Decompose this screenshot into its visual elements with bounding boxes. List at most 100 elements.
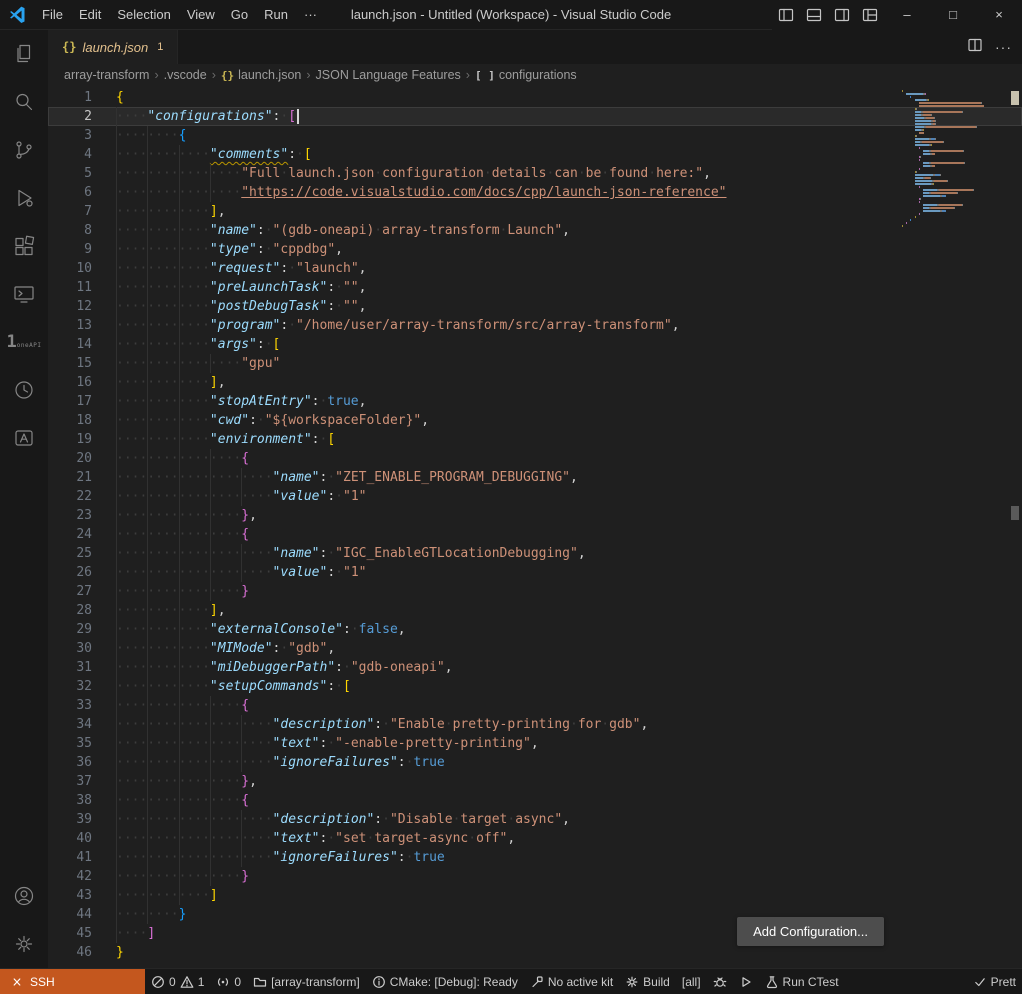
tab-modified-badge[interactable]: 1 bbox=[157, 41, 163, 53]
maximize-button[interactable]: □ bbox=[930, 0, 976, 30]
line-number[interactable]: 35 bbox=[48, 734, 92, 753]
activity-devcloud[interactable] bbox=[0, 366, 48, 414]
line-number[interactable]: 31 bbox=[48, 658, 92, 677]
overview-ruler[interactable] bbox=[1008, 86, 1022, 968]
code-line[interactable]: 42················} bbox=[48, 867, 1022, 886]
code-line[interactable]: 5················"Full·launch.json·confi… bbox=[48, 164, 1022, 183]
line-number[interactable]: 25 bbox=[48, 544, 92, 563]
code-line[interactable]: 9············"type":·"cppdbg", bbox=[48, 240, 1022, 259]
code-line[interactable]: 15················"gpu" bbox=[48, 354, 1022, 373]
code-line[interactable]: 33················{ bbox=[48, 696, 1022, 715]
code-line[interactable]: 11············"preLaunchTask":·"", bbox=[48, 278, 1022, 297]
line-number[interactable]: 43 bbox=[48, 886, 92, 905]
code-line[interactable]: 28············], bbox=[48, 601, 1022, 620]
ports-indicator[interactable]: 0 bbox=[210, 969, 247, 994]
cmake-status[interactable]: CMake: [Debug]: Ready bbox=[366, 969, 524, 994]
activity-remote-explorer[interactable] bbox=[0, 270, 48, 318]
line-number[interactable]: 40 bbox=[48, 829, 92, 848]
line-number[interactable]: 39 bbox=[48, 810, 92, 829]
line-number[interactable]: 45 bbox=[48, 924, 92, 943]
code-line[interactable]: 13············"program":·"/home/user/arr… bbox=[48, 316, 1022, 335]
line-number[interactable]: 7 bbox=[48, 202, 92, 221]
cmake-launch-button[interactable] bbox=[733, 969, 759, 994]
code-area[interactable]: 1{2····"configurations":·[3········{4···… bbox=[48, 88, 1022, 962]
remote-indicator[interactable]: SSH bbox=[0, 969, 145, 994]
problems-indicator[interactable]: 0 1 bbox=[145, 969, 210, 994]
line-number[interactable]: 10 bbox=[48, 259, 92, 278]
code-line[interactable]: 1{ bbox=[48, 88, 1022, 107]
toggle-primary-sidebar-icon[interactable] bbox=[772, 0, 800, 30]
code-line[interactable]: 18············"cwd":·"${workspaceFolder}… bbox=[48, 411, 1022, 430]
line-number[interactable]: 3 bbox=[48, 126, 92, 145]
line-number[interactable]: 4 bbox=[48, 145, 92, 164]
line-number[interactable]: 33 bbox=[48, 696, 92, 715]
minimize-button[interactable]: – bbox=[884, 0, 930, 30]
line-number[interactable]: 30 bbox=[48, 639, 92, 658]
line-number[interactable]: 41 bbox=[48, 848, 92, 867]
close-button[interactable]: × bbox=[976, 0, 1022, 30]
line-number[interactable]: 17 bbox=[48, 392, 92, 411]
code-line[interactable]: 12············"postDebugTask":·"", bbox=[48, 297, 1022, 316]
code-line[interactable]: 40····················"text":·"set·targe… bbox=[48, 829, 1022, 848]
code-line[interactable]: 38················{ bbox=[48, 791, 1022, 810]
menu-view[interactable]: View bbox=[179, 4, 223, 25]
line-number[interactable]: 1 bbox=[48, 88, 92, 107]
breadcrumb-vscode-folder[interactable]: .vscode bbox=[164, 68, 207, 82]
code-line[interactable]: 36····················"ignoreFailures":·… bbox=[48, 753, 1022, 772]
code-line[interactable]: 24················{ bbox=[48, 525, 1022, 544]
line-number[interactable]: 29 bbox=[48, 620, 92, 639]
code-line[interactable]: 3········{ bbox=[48, 126, 1022, 145]
line-number[interactable]: 20 bbox=[48, 449, 92, 468]
line-number[interactable]: 38 bbox=[48, 791, 92, 810]
line-number[interactable]: 5 bbox=[48, 164, 92, 183]
cmake-build-target[interactable]: [all] bbox=[676, 969, 707, 994]
tab-launch-json[interactable]: {} launch.json 1 bbox=[48, 30, 178, 64]
menu-go[interactable]: Go bbox=[223, 4, 256, 25]
breadcrumb-folder[interactable]: array-transform bbox=[64, 68, 149, 82]
activity-oneapi[interactable]: 1oneAPI bbox=[0, 318, 48, 366]
code-line[interactable]: 41····················"ignoreFailures":·… bbox=[48, 848, 1022, 867]
code-line[interactable]: 30············"MIMode":·"gdb", bbox=[48, 639, 1022, 658]
code-line[interactable]: 10············"request":·"launch", bbox=[48, 259, 1022, 278]
line-number[interactable]: 13 bbox=[48, 316, 92, 335]
code-line[interactable]: 14············"args":·[ bbox=[48, 335, 1022, 354]
line-number[interactable]: 44 bbox=[48, 905, 92, 924]
cmake-folder-selector[interactable]: [array-transform] bbox=[247, 969, 366, 994]
line-number[interactable]: 26 bbox=[48, 563, 92, 582]
activity-extensions[interactable] bbox=[0, 222, 48, 270]
toggle-secondary-sidebar-icon[interactable] bbox=[828, 0, 856, 30]
line-number[interactable]: 27 bbox=[48, 582, 92, 601]
code-line[interactable]: 4············"comments":·[ bbox=[48, 145, 1022, 164]
cmake-build-button[interactable]: Build bbox=[619, 969, 676, 994]
breadcrumb-file[interactable]: launch.json bbox=[238, 68, 301, 82]
line-number[interactable]: 36 bbox=[48, 753, 92, 772]
code-line[interactable]: 34····················"description":·"En… bbox=[48, 715, 1022, 734]
code-line[interactable]: 25····················"name":·"IGC_Enabl… bbox=[48, 544, 1022, 563]
minimap[interactable] bbox=[902, 90, 1008, 228]
menu-selection[interactable]: Selection bbox=[109, 4, 178, 25]
code-line[interactable]: 43············] bbox=[48, 886, 1022, 905]
line-number[interactable]: 34 bbox=[48, 715, 92, 734]
line-number[interactable]: 21 bbox=[48, 468, 92, 487]
code-line[interactable]: 27················} bbox=[48, 582, 1022, 601]
line-number[interactable]: 11 bbox=[48, 278, 92, 297]
line-number[interactable]: 19 bbox=[48, 430, 92, 449]
line-number[interactable]: 12 bbox=[48, 297, 92, 316]
activity-accounts[interactable] bbox=[0, 872, 48, 920]
line-number[interactable]: 15 bbox=[48, 354, 92, 373]
breadcrumb-symbol[interactable]: configurations bbox=[499, 68, 577, 82]
code-line[interactable]: 31············"miDebuggerPath":·"gdb-one… bbox=[48, 658, 1022, 677]
run-ctest-button[interactable]: Run CTest bbox=[759, 969, 845, 994]
code-line[interactable]: 20················{ bbox=[48, 449, 1022, 468]
code-line[interactable]: 2····"configurations":·[ bbox=[48, 107, 1022, 126]
menu-more[interactable]: ··· bbox=[296, 4, 325, 25]
code-line[interactable]: 23················}, bbox=[48, 506, 1022, 525]
split-editor-icon[interactable] bbox=[967, 37, 983, 58]
activity-search[interactable] bbox=[0, 78, 48, 126]
line-number[interactable]: 2 bbox=[48, 107, 92, 126]
activity-run-debug[interactable] bbox=[0, 174, 48, 222]
menu-run[interactable]: Run bbox=[256, 4, 296, 25]
code-line[interactable]: 35····················"text":·"-enable-p… bbox=[48, 734, 1022, 753]
code-line[interactable]: 6················"https://code.visualstu… bbox=[48, 183, 1022, 202]
activity-settings[interactable] bbox=[0, 920, 48, 968]
